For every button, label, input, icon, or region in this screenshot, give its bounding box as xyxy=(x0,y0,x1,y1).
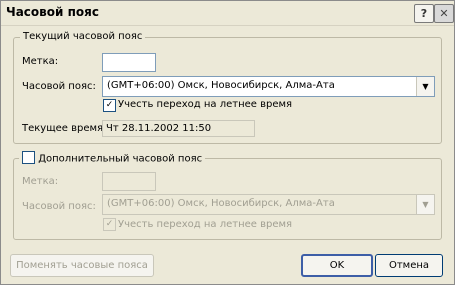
additional-dst-checkbox[interactable]: ✓ xyxy=(103,218,116,231)
current-dst-checkbox[interactable]: ✓ xyxy=(103,99,116,112)
current-timezone-select[interactable]: (GMT+06:00) Омск, Новосибирск, Алма-Ата … xyxy=(102,76,435,97)
additional-timezone-legend: Дополнительный часовой пояс xyxy=(38,153,203,165)
additional-label-input[interactable] xyxy=(102,172,156,191)
timezone-dialog: Часовой пояс ? ✕ Текущий часовой пояс Ме… xyxy=(0,0,455,285)
current-timezone-label: Часовой пояс: xyxy=(22,81,96,92)
current-label-input[interactable] xyxy=(102,53,156,72)
current-label-field-label: Метка: xyxy=(22,56,59,67)
additional-timezone-value: (GMT+06:00) Омск, Новосибирск, Алма-Ата xyxy=(107,198,335,209)
title-bar: Часовой пояс ? ✕ xyxy=(1,1,454,26)
current-timezone-value: (GMT+06:00) Омск, Новосибирск, Алма-Ата xyxy=(107,80,335,91)
help-button[interactable]: ? xyxy=(414,4,434,23)
current-dst-label: Учесть переход на летнее время xyxy=(118,99,293,110)
cancel-button[interactable]: Отмена xyxy=(375,254,443,277)
current-timezone-legend: Текущий часовой пояс xyxy=(20,31,146,42)
close-button[interactable]: ✕ xyxy=(434,4,454,23)
additional-dst-label: Учесть переход на летнее время xyxy=(118,219,293,230)
current-time-label: Текущее время: xyxy=(22,123,107,134)
additional-timezone-legend-wrap: Дополнительный часовой пояс xyxy=(19,151,206,165)
ok-button[interactable]: OK xyxy=(301,254,373,277)
window-title: Часовой пояс xyxy=(6,5,99,19)
chevron-down-icon[interactable]: ▼ xyxy=(416,77,434,96)
additional-timezone-select[interactable]: (GMT+06:00) Омск, Новосибирск, Алма-Ата … xyxy=(102,194,435,215)
additional-timezone-label: Часовой пояс: xyxy=(22,201,96,212)
chevron-down-icon[interactable]: ▼ xyxy=(416,195,434,214)
additional-timezone-checkbox[interactable] xyxy=(22,151,35,164)
additional-label-field-label: Метка: xyxy=(22,176,59,187)
current-time-value: Чт 28.11.2002 11:50 xyxy=(102,120,255,137)
swap-timezones-button[interactable]: Поменять часовые пояса xyxy=(10,254,154,277)
